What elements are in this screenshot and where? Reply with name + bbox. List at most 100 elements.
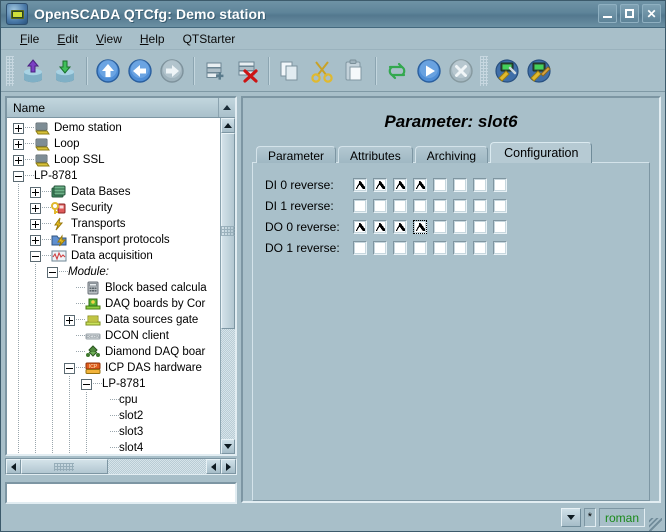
- menu-file[interactable]: File: [11, 30, 48, 48]
- tree-expand-icon[interactable]: [13, 123, 24, 134]
- tree-header-menu-icon[interactable]: [219, 98, 235, 117]
- tree-item-slot4[interactable]: slot4: [7, 440, 220, 454]
- toolbar-grip-2[interactable]: [480, 56, 488, 86]
- status-text-field[interactable]: [5, 482, 237, 504]
- tree-item-data-bases[interactable]: Data Bases: [7, 184, 220, 200]
- checkbox-1-0[interactable]: [353, 199, 367, 213]
- checkbox-2-1[interactable]: [373, 220, 387, 234]
- checkbox-2-2[interactable]: [393, 220, 407, 234]
- tab-attributes[interactable]: Attributes: [338, 146, 413, 163]
- tree-item-lp-8781[interactable]: LP-8781: [7, 376, 220, 392]
- tree-item-transports[interactable]: Transports: [7, 216, 220, 232]
- vertical-scroll-track[interactable]: [221, 133, 235, 439]
- tree-item-icp-das-hardware[interactable]: ICPICP DAS hardware: [7, 360, 220, 376]
- tree-item-daq-boards-by-cor[interactable]: DAQ boards by Cor: [7, 296, 220, 312]
- checkbox-3-1[interactable]: [373, 241, 387, 255]
- tree-column-name[interactable]: Name: [7, 98, 219, 117]
- checkbox-0-6[interactable]: [473, 178, 487, 192]
- horizontal-scroll-thumb[interactable]: [21, 459, 108, 474]
- tree-item-demo-station[interactable]: Demo station: [7, 120, 220, 136]
- save-to-db-icon[interactable]: [50, 56, 80, 86]
- tree-item-data-sources-gate[interactable]: Data sources gate: [7, 312, 220, 328]
- tree-collapse-icon[interactable]: [13, 171, 24, 182]
- scroll-down-button[interactable]: [221, 439, 235, 454]
- tree-expand-icon[interactable]: [13, 139, 24, 150]
- checkbox-2-7[interactable]: [493, 220, 507, 234]
- tree-expand-icon[interactable]: [30, 203, 41, 214]
- tree-collapse-icon[interactable]: [30, 251, 41, 262]
- edit-station-icon[interactable]: [524, 56, 554, 86]
- checkbox-2-5[interactable]: [453, 220, 467, 234]
- checkbox-3-6[interactable]: [473, 241, 487, 255]
- go-back-icon[interactable]: [125, 56, 155, 86]
- checkbox-3-2[interactable]: [393, 241, 407, 255]
- tab-parameter[interactable]: Parameter: [256, 146, 336, 163]
- checkbox-0-5[interactable]: [453, 178, 467, 192]
- tab-archiving[interactable]: Archiving: [415, 146, 488, 163]
- scroll-left-button[interactable]: [6, 459, 21, 474]
- checkbox-2-4[interactable]: [433, 220, 447, 234]
- resize-grip[interactable]: [649, 518, 662, 531]
- tree-expand-icon[interactable]: [13, 155, 24, 166]
- checkbox-1-7[interactable]: [493, 199, 507, 213]
- load-from-db-icon[interactable]: [18, 56, 48, 86]
- checkbox-3-5[interactable]: [453, 241, 467, 255]
- status-text-input[interactable]: [7, 484, 235, 502]
- checkbox-3-0[interactable]: [353, 241, 367, 255]
- checkbox-0-2[interactable]: [393, 178, 407, 192]
- tree-expand-icon[interactable]: [30, 219, 41, 230]
- menu-help[interactable]: Help: [131, 30, 174, 48]
- tree-item-loop[interactable]: Loop: [7, 136, 220, 152]
- tree-item-security[interactable]: Security: [7, 200, 220, 216]
- close-button[interactable]: ✕: [642, 4, 661, 23]
- tree-item-cpu[interactable]: cpu: [7, 392, 220, 408]
- manage-station-icon[interactable]: [492, 56, 522, 86]
- checkbox-2-6[interactable]: [473, 220, 487, 234]
- tree-list[interactable]: Demo stationLoopLoop SSL LP-8781 Data Base…: [7, 118, 220, 454]
- checkbox-1-2[interactable]: [393, 199, 407, 213]
- vertical-scroll-thumb[interactable]: [221, 133, 235, 329]
- checkbox-3-4[interactable]: [433, 241, 447, 255]
- checkbox-0-1[interactable]: [373, 178, 387, 192]
- copy-node-icon[interactable]: [275, 56, 305, 86]
- checkbox-1-3[interactable]: [413, 199, 427, 213]
- go-up-icon[interactable]: [93, 56, 123, 86]
- checkbox-0-3[interactable]: [413, 178, 427, 192]
- checkbox-3-7[interactable]: [493, 241, 507, 255]
- horizontal-scroll-track[interactable]: [21, 459, 206, 474]
- tree-item-module[interactable]: Module:: [7, 264, 220, 280]
- tree-item-data-acquisition[interactable]: Data acquisition: [7, 248, 220, 264]
- tree-collapse-icon[interactable]: [81, 379, 92, 390]
- checkbox-1-4[interactable]: [433, 199, 447, 213]
- tree-collapse-icon[interactable]: [64, 363, 75, 374]
- tree-horizontal-scrollbar[interactable]: [5, 458, 237, 475]
- menu-view[interactable]: View: [87, 30, 131, 48]
- start-icon[interactable]: [414, 56, 444, 86]
- tree-vertical-scrollbar[interactable]: [220, 118, 235, 454]
- checkbox-2-0[interactable]: [353, 220, 367, 234]
- tree-item-loop-ssl[interactable]: Loop SSL: [7, 152, 220, 168]
- tree-expand-icon[interactable]: [64, 315, 75, 326]
- menu-qtstarter[interactable]: QTStarter: [174, 30, 245, 48]
- cut-node-icon[interactable]: [307, 56, 337, 86]
- checkbox-2-3[interactable]: [413, 220, 427, 234]
- checkbox-3-3[interactable]: [413, 241, 427, 255]
- tree-expand-icon[interactable]: [30, 235, 41, 246]
- checkbox-1-6[interactable]: [473, 199, 487, 213]
- tree-item-slot2[interactable]: slot2: [7, 408, 220, 424]
- tree-collapse-icon[interactable]: [47, 267, 58, 278]
- tree-item-block-based-calcula[interactable]: Block based calcula: [7, 280, 220, 296]
- delete-node-icon[interactable]: [232, 56, 262, 86]
- scroll-left-button-2[interactable]: [206, 459, 221, 474]
- checkbox-0-0[interactable]: [353, 178, 367, 192]
- checkbox-1-5[interactable]: [453, 199, 467, 213]
- checkbox-0-4[interactable]: [433, 178, 447, 192]
- tree-expand-icon[interactable]: [30, 187, 41, 198]
- toolbar-grip[interactable]: [6, 56, 14, 86]
- checkbox-1-1[interactable]: [373, 199, 387, 213]
- maximize-button[interactable]: [620, 4, 639, 23]
- tree-item-transport-protocols[interactable]: Transport protocols: [7, 232, 220, 248]
- status-combo-box[interactable]: [561, 508, 581, 527]
- tree-item-diamond-daq-boar[interactable]: Diamond DAQ boar: [7, 344, 220, 360]
- checkbox-0-7[interactable]: [493, 178, 507, 192]
